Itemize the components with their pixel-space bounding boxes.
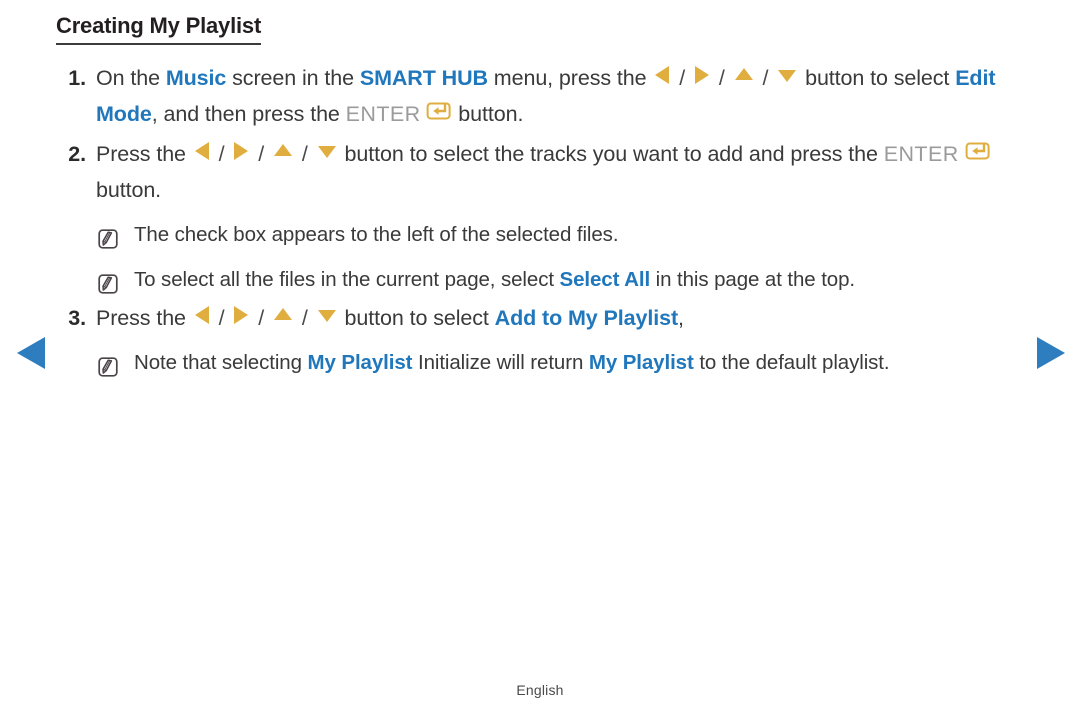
menu-term: Select All bbox=[559, 268, 651, 292]
enter-key-icon bbox=[426, 99, 452, 123]
up-arrow-key-icon bbox=[271, 139, 295, 163]
step-number: 1. bbox=[68, 66, 86, 91]
menu-term: My Playlist bbox=[588, 351, 694, 375]
triangle-right-icon bbox=[1037, 337, 1065, 369]
step-text: On the Music screen in the SMART HUB men… bbox=[96, 63, 996, 127]
menu-term: SMART HUB bbox=[359, 66, 488, 91]
down-arrow-key-icon bbox=[315, 139, 339, 163]
enter-key-label: ENTER bbox=[345, 102, 421, 127]
left-arrow-key-icon bbox=[652, 63, 672, 87]
note-pencil-icon bbox=[98, 270, 118, 294]
enter-key-label: ENTER bbox=[883, 142, 959, 167]
right-arrow-key-icon bbox=[692, 63, 712, 87]
left-arrow-key-icon bbox=[192, 303, 212, 327]
key-separator: / bbox=[212, 306, 231, 331]
step-number: 3. bbox=[68, 306, 86, 331]
note-pencil-icon bbox=[98, 353, 118, 377]
step-number: 2. bbox=[68, 142, 86, 167]
instruction-step: 1. On the Music screen in the SMART HUB m… bbox=[56, 60, 1024, 132]
key-separator: / bbox=[252, 306, 271, 331]
key-separator: / bbox=[296, 306, 314, 331]
note-text: To select all the files in the current p… bbox=[134, 268, 855, 292]
step-text: Press the / / / button to select the tra… bbox=[96, 142, 991, 202]
note-text: Note that selecting My Playlist Initiali… bbox=[134, 351, 890, 375]
note-item: Note that selecting My Playlist Initiali… bbox=[96, 345, 1024, 381]
left-arrow-key-icon bbox=[192, 139, 212, 163]
key-separator: / bbox=[252, 142, 271, 167]
page-content: Creating My Playlist 1. On the Music scre… bbox=[56, 13, 1024, 383]
key-separator: / bbox=[296, 142, 314, 167]
instruction-step: 3. Press the / / / button to select Add t… bbox=[56, 300, 1024, 336]
menu-term: Add to My Playlist bbox=[494, 306, 679, 331]
down-arrow-key-icon bbox=[315, 303, 339, 327]
note-item: To select all the files in the current p… bbox=[96, 262, 1024, 298]
key-separator: / bbox=[673, 66, 691, 91]
key-separator: / bbox=[212, 142, 231, 167]
key-separator: / bbox=[712, 66, 731, 91]
note-text: The check box appears to the left of the… bbox=[134, 223, 619, 247]
key-separator: / bbox=[756, 66, 775, 91]
instruction-step: 2. Press the / / / button to select the t… bbox=[56, 136, 1024, 208]
right-arrow-key-icon bbox=[231, 303, 251, 327]
menu-term: My Playlist bbox=[307, 351, 413, 375]
instruction-step-list: 1. On the Music screen in the SMART HUB m… bbox=[56, 60, 1024, 381]
menu-term: Edit Mode bbox=[96, 66, 996, 127]
footer-language-label: English bbox=[516, 682, 564, 698]
manual-page: Creating My Playlist 1. On the Music scre… bbox=[0, 0, 1080, 705]
right-arrow-key-icon bbox=[231, 139, 251, 163]
up-arrow-key-icon bbox=[271, 303, 295, 327]
next-page-button[interactable] bbox=[1034, 334, 1068, 372]
page-title: Creating My Playlist bbox=[56, 13, 261, 46]
prev-page-button[interactable] bbox=[14, 334, 48, 372]
menu-term: Music bbox=[165, 66, 227, 91]
down-arrow-key-icon bbox=[775, 63, 799, 87]
triangle-left-icon bbox=[17, 337, 45, 369]
enter-key-icon bbox=[965, 139, 991, 163]
step-text: Press the / / / button to select Add to … bbox=[96, 306, 684, 330]
note-item: The check box appears to the left of the… bbox=[96, 217, 1024, 253]
up-arrow-key-icon bbox=[732, 63, 756, 87]
note-pencil-icon bbox=[98, 225, 118, 249]
